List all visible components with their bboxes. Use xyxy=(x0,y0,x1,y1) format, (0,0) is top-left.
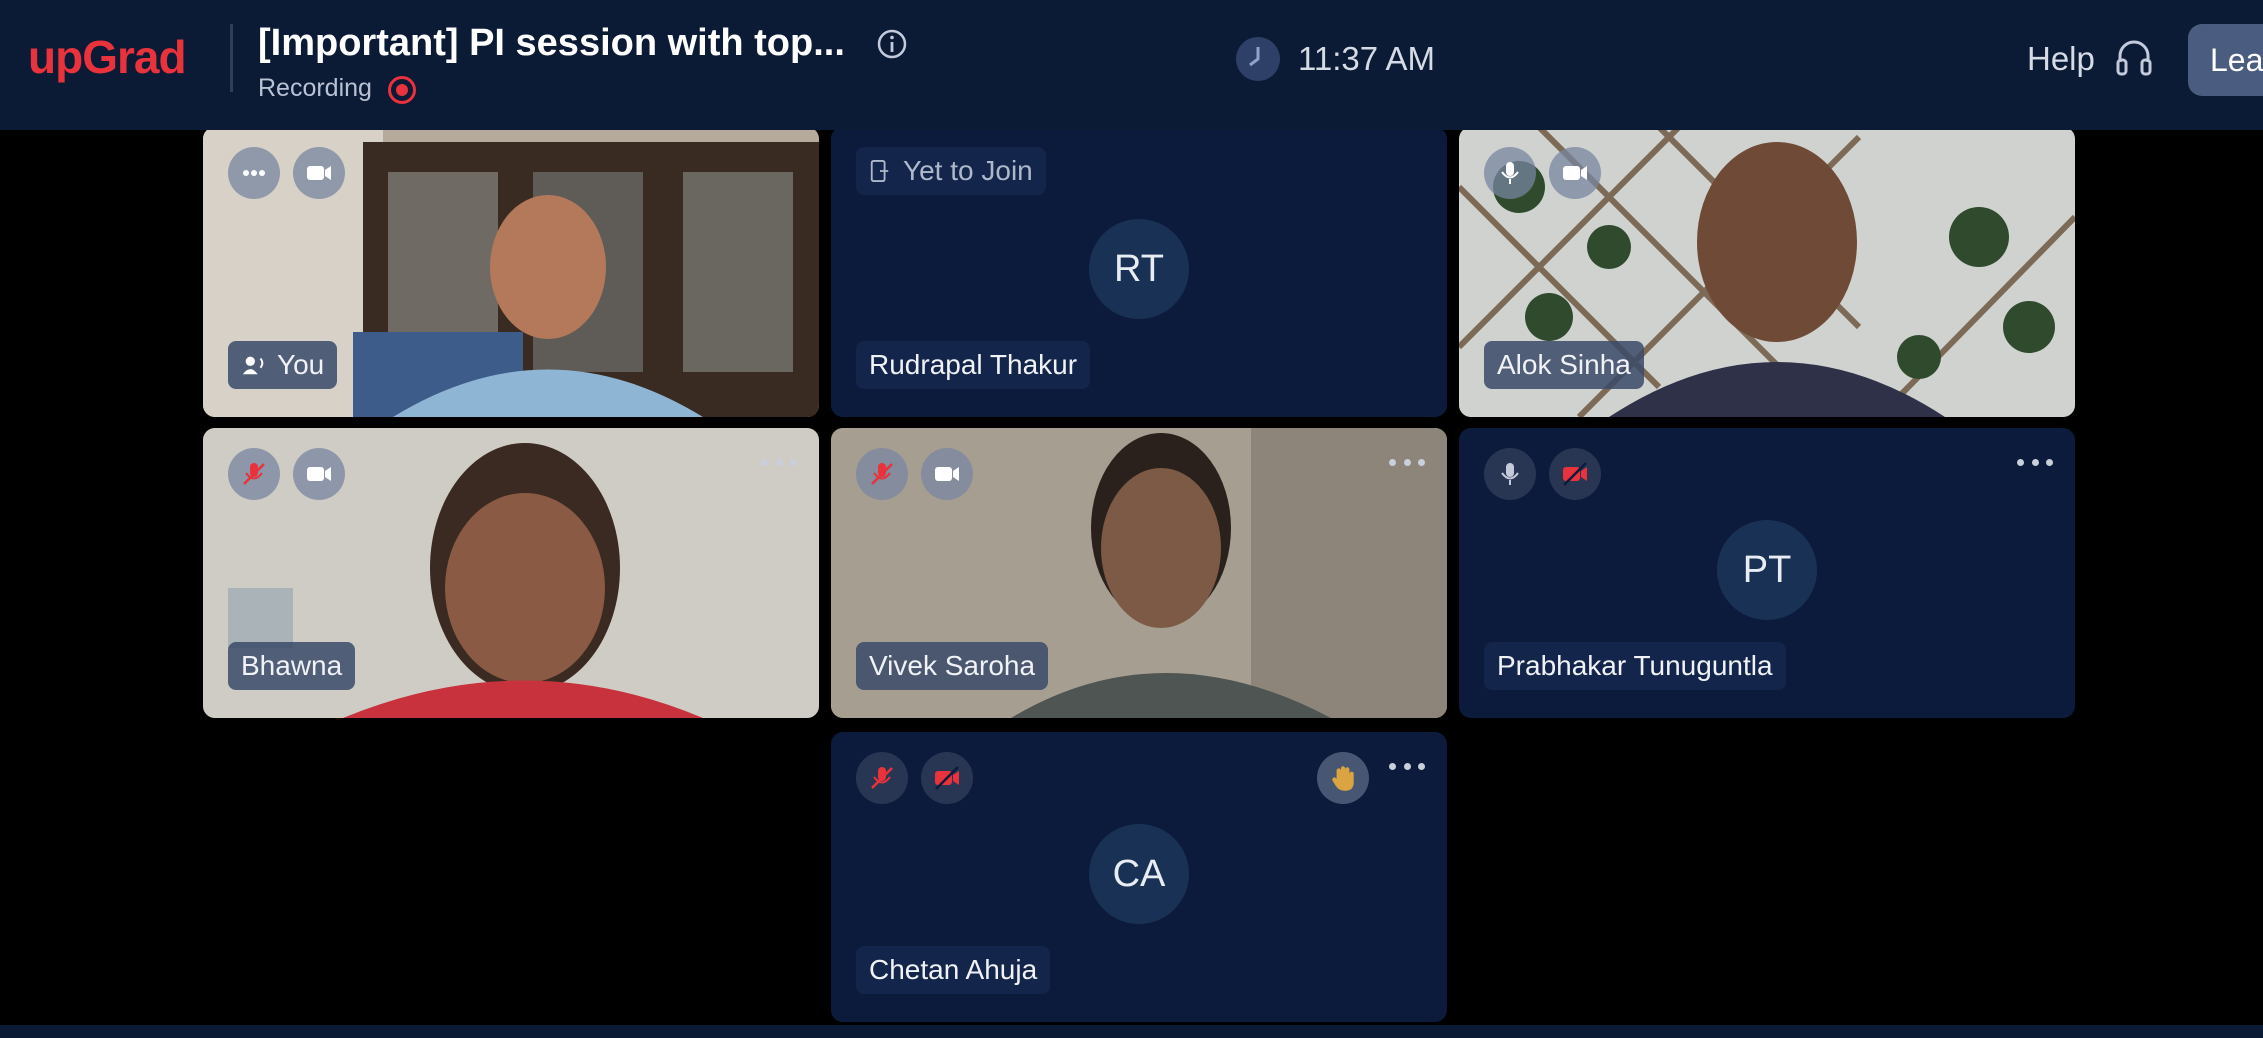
avatar-initials: PT xyxy=(1717,520,1817,620)
participant-tile-chetan-ahuja[interactable]: CA Chetan Ahuja xyxy=(831,732,1447,1022)
help-button[interactable]: Help xyxy=(2027,40,2095,78)
more-options-icon[interactable] xyxy=(1389,456,1425,468)
session-title: [Important] PI session with top... xyxy=(258,22,845,64)
participant-tile-bhawna[interactable]: Bhawna xyxy=(203,428,819,718)
participant-tile-rudrapal-thakur[interactable]: Yet to Join RT Rudrapal Thakur xyxy=(831,127,1447,417)
recording-indicator-icon xyxy=(388,76,416,104)
participant-name: Chetan Ahuja xyxy=(856,946,1051,994)
leave-button[interactable]: Lea xyxy=(2188,24,2263,96)
mic-on-icon[interactable] xyxy=(1484,147,1536,199)
avatar-initials: CA xyxy=(1089,824,1189,924)
clock-icon xyxy=(1236,37,1280,81)
participant-name: Vivek Saroha xyxy=(856,642,1049,690)
participant-name: You xyxy=(277,349,325,380)
participant-tile-vivek-saroha[interactable]: Vivek Saroha xyxy=(831,428,1447,718)
mic-muted-icon[interactable] xyxy=(856,448,908,500)
participant-name: Bhawna xyxy=(228,642,356,690)
participant-name: Alok Sinha xyxy=(1484,341,1644,389)
upgrad-logo: upGrad xyxy=(28,31,187,83)
participant-tile-alok-sinha[interactable]: Alok Sinha xyxy=(1459,127,2075,417)
participant-tile-prabhakar-tunuguntla[interactable]: PT Prabhakar Tunuguntla xyxy=(1459,428,2075,718)
camera-on-icon[interactable] xyxy=(293,448,345,500)
recording-label: Recording xyxy=(258,74,372,102)
top-bar: upGrad [Important] PI session with top..… xyxy=(0,0,2263,130)
more-options-icon[interactable] xyxy=(761,456,797,468)
door-exit-icon xyxy=(870,160,889,182)
yet-to-join-label: Yet to Join xyxy=(903,155,1033,186)
camera-on-icon[interactable] xyxy=(1549,147,1601,199)
header-divider xyxy=(230,24,233,92)
headset-icon[interactable] xyxy=(2114,38,2154,80)
more-options-icon[interactable] xyxy=(1389,760,1425,772)
mic-on-icon[interactable] xyxy=(1484,448,1536,500)
bottom-control-bar xyxy=(0,1025,2263,1038)
speaker-icon xyxy=(242,356,264,375)
mic-muted-icon[interactable] xyxy=(228,448,280,500)
camera-off-icon[interactable] xyxy=(921,752,973,804)
participant-name: Prabhakar Tunuguntla xyxy=(1484,642,1786,690)
yet-to-join-badge: Yet to Join xyxy=(856,147,1046,195)
participant-name: Rudrapal Thakur xyxy=(856,341,1091,389)
participant-tile-you[interactable]: You xyxy=(203,127,819,417)
raised-hand-icon xyxy=(1317,752,1369,804)
participant-name-tag: You xyxy=(228,341,338,389)
info-icon[interactable] xyxy=(876,28,908,60)
camera-off-icon[interactable] xyxy=(1549,448,1601,500)
mic-muted-icon[interactable] xyxy=(856,752,908,804)
camera-on-icon[interactable] xyxy=(921,448,973,500)
more-options-icon[interactable] xyxy=(2017,456,2053,468)
session-time: 11:37 AM xyxy=(1298,40,1435,77)
avatar-initials: RT xyxy=(1089,219,1189,319)
mic-speaking-icon[interactable] xyxy=(228,147,280,199)
camera-on-icon[interactable] xyxy=(293,147,345,199)
